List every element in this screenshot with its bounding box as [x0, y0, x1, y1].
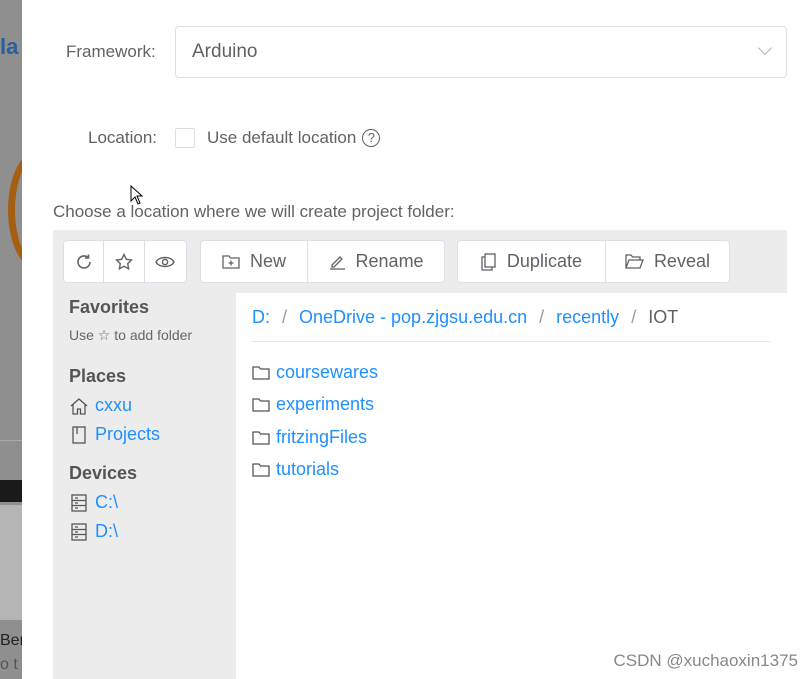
breadcrumb-current: IOT: [648, 306, 679, 327]
rename-button[interactable]: Rename: [308, 241, 444, 282]
favorite-button[interactable]: [104, 241, 145, 282]
file-browser: New Rename Duplicate Reveal Favorites Us…: [53, 230, 787, 679]
folder-icon: [252, 463, 270, 477]
drive-icon: [71, 522, 87, 541]
background-title: la: [0, 34, 19, 59]
home-icon: [70, 397, 88, 415]
duplicate-button[interactable]: Duplicate: [458, 241, 606, 282]
place-item-home[interactable]: cxxu: [69, 395, 220, 416]
breadcrumb-item[interactable]: recently: [556, 307, 619, 328]
chevron-down-icon: [757, 40, 773, 56]
place-item-projects[interactable]: Projects: [69, 424, 220, 445]
devices-heading: Devices: [69, 463, 138, 483]
framework-label: Framework:: [66, 42, 156, 61]
browser-sidebar: Favorites Use ☆ to add folder Places cxx…: [53, 293, 236, 679]
drive-icon: [71, 493, 87, 512]
framework-select[interactable]: Arduino: [175, 26, 787, 78]
background-logo: [8, 150, 22, 270]
folder-item[interactable]: experiments: [252, 389, 771, 422]
refresh-button[interactable]: [64, 241, 105, 282]
folder-item[interactable]: coursewares: [252, 356, 771, 389]
edit-icon: [329, 256, 345, 270]
refresh-icon: [76, 254, 91, 269]
toolbar-icons: [63, 240, 187, 283]
breadcrumb-item[interactable]: OneDrive - pop.zjgsu.edu.cn: [299, 307, 527, 328]
device-item-c[interactable]: C:\: [69, 492, 220, 513]
favorites-heading: Favorites: [69, 297, 150, 317]
reveal-button[interactable]: Reveal: [606, 241, 729, 282]
folder-list: coursewares experiments fritzingFiles tu…: [252, 356, 771, 486]
background-page: la Ber o t: [0, 0, 22, 679]
favorites-hint: Use ☆ to add folder: [69, 327, 193, 343]
folder-icon: [252, 431, 270, 445]
help-icon[interactable]: ?: [362, 129, 381, 147]
folder-open-icon: [624, 254, 644, 269]
use-default-label: Use default location: [207, 128, 357, 147]
bookmark-icon: [72, 425, 86, 444]
folder-add-icon: [222, 255, 240, 269]
new-folder-button[interactable]: New: [201, 241, 309, 282]
folder-item[interactable]: fritzingFiles: [252, 421, 771, 454]
star-icon: ☆: [97, 327, 111, 343]
folder-icon: [252, 398, 270, 412]
folder-item[interactable]: tutorials: [252, 454, 771, 487]
location-label: Location:: [88, 128, 157, 147]
breadcrumb: D: / OneDrive - pop.zjgsu.edu.cn / recentl…: [252, 293, 771, 342]
copy-icon: [481, 252, 496, 271]
eye-icon: [155, 256, 176, 267]
star-icon: [115, 252, 134, 270]
breadcrumb-item[interactable]: D:: [252, 307, 270, 328]
background-image: [0, 505, 22, 620]
toggle-hidden-button[interactable]: [145, 241, 186, 282]
places-heading: Places: [69, 366, 127, 386]
mouse-cursor-icon: [130, 185, 144, 205]
choose-location-text: Choose a location where we will create p…: [53, 202, 455, 221]
device-item-d[interactable]: D:\: [69, 521, 220, 542]
folder-icon: [252, 366, 270, 380]
watermark: CSDN @xuchaoxin1375: [613, 651, 798, 670]
browser-main: D: / OneDrive - pop.zjgsu.edu.cn / recentl…: [236, 293, 787, 679]
use-default-location-checkbox[interactable]: [175, 128, 195, 148]
